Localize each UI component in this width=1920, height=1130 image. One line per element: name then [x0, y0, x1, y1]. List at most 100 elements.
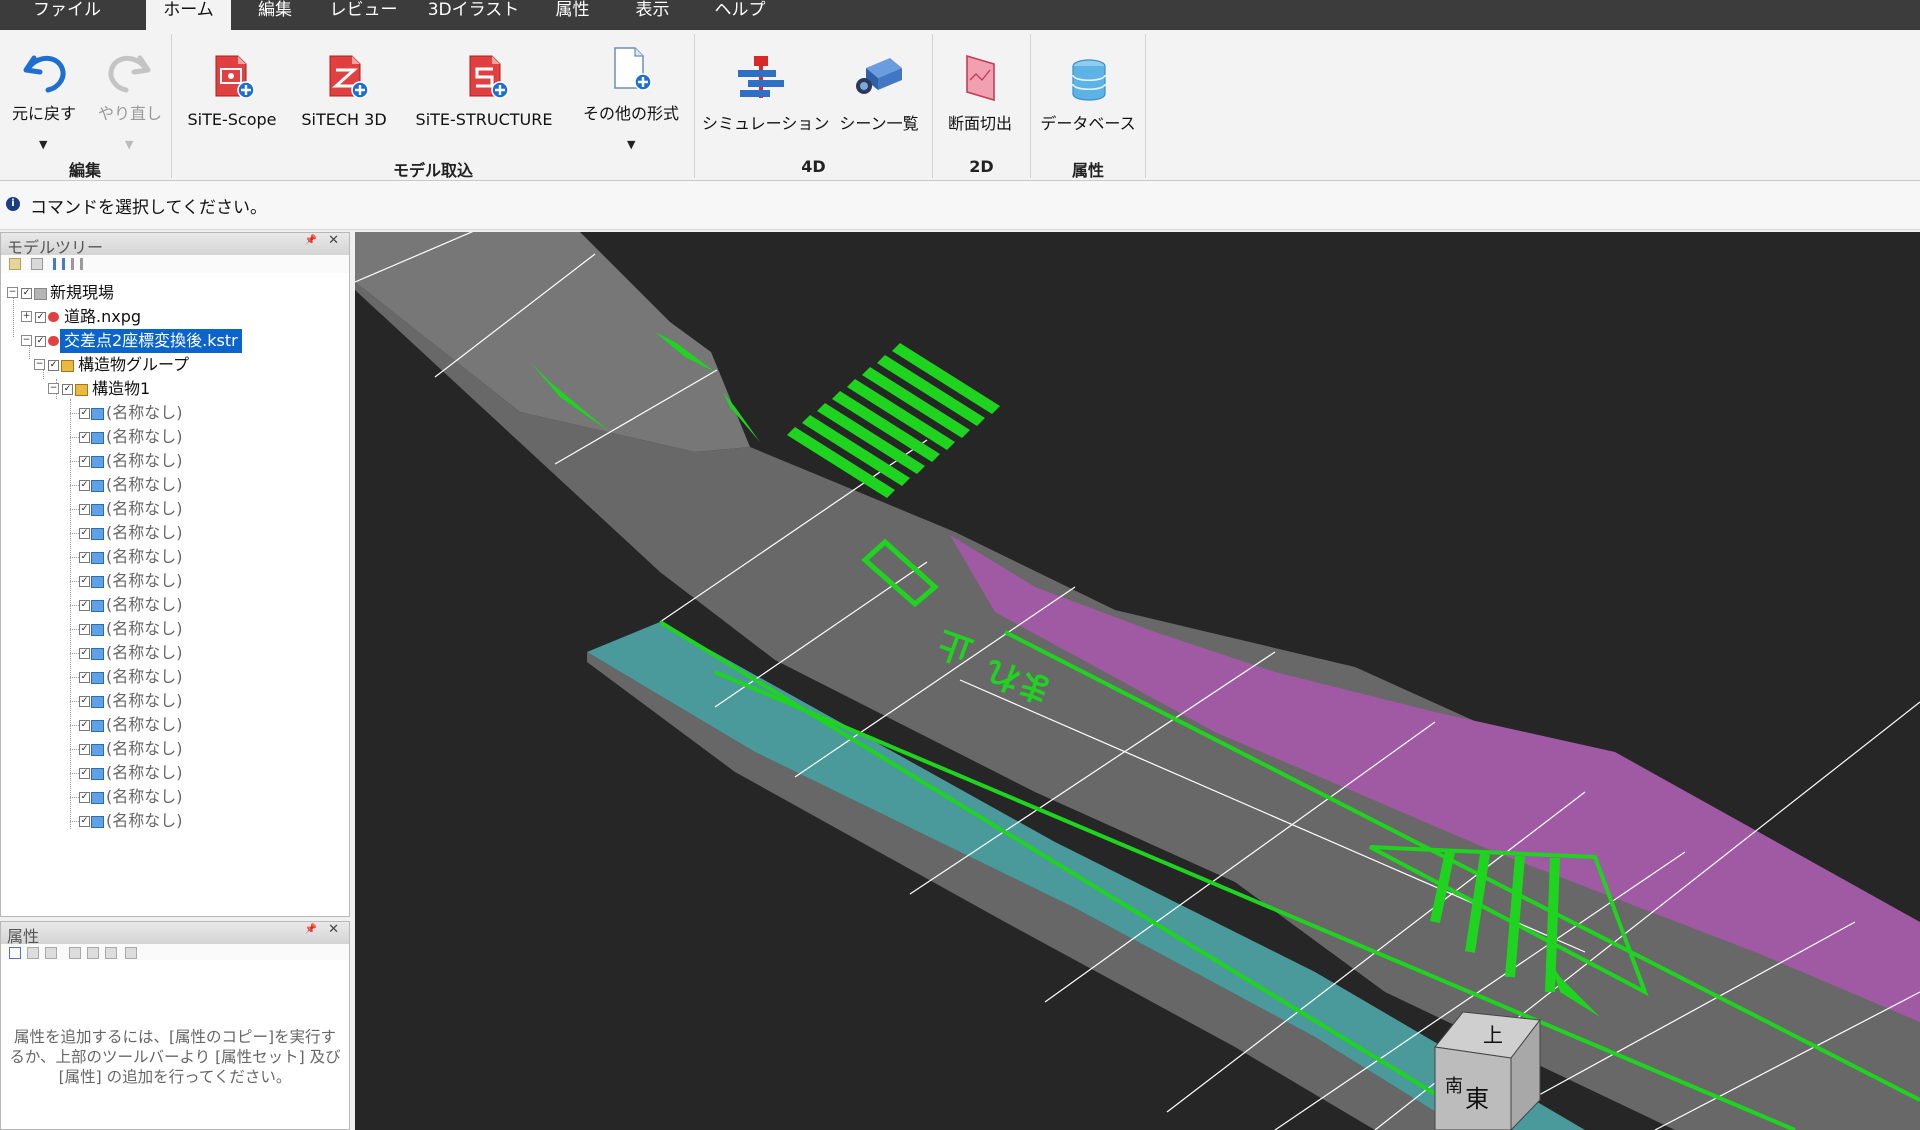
- tree-node-structure-group[interactable]: − ✓ 構造物グループ: [1, 353, 349, 377]
- scene-list-button[interactable]: シーン一覧: [828, 34, 930, 152]
- checkbox-checked[interactable]: ✓: [79, 816, 90, 827]
- checkbox-checked[interactable]: ✓: [79, 528, 90, 539]
- simulation-button[interactable]: シミュレーション: [702, 34, 829, 152]
- pin-icon[interactable]: 📌: [305, 235, 317, 246]
- solid-object-icon: [91, 696, 104, 708]
- checkbox-checked[interactable]: ✓: [79, 504, 90, 515]
- delete-icon[interactable]: [31, 258, 43, 270]
- tree-node-unnamed-item[interactable]: ✓ (名称なし): [1, 689, 349, 713]
- tree-node-unnamed-item[interactable]: ✓ (名称なし): [1, 521, 349, 545]
- checkbox-checked[interactable]: ✓: [79, 744, 90, 755]
- view-cube-top-label[interactable]: 上: [1483, 1023, 1503, 1047]
- undo-dropdown-icon[interactable]: ▼: [39, 138, 47, 151]
- remove-attribute-icon: [27, 947, 39, 959]
- 3d-viewport[interactable]: 止 まれ 上 南 東: [355, 232, 1920, 1130]
- checkbox-checked[interactable]: ✓: [79, 792, 90, 803]
- collapse-icon[interactable]: −: [48, 383, 59, 394]
- other-format-button[interactable]: その他の形式 ▼: [576, 34, 686, 152]
- site-structure-button[interactable]: SiTE-STRUCTURE: [408, 34, 560, 152]
- tree-node-root[interactable]: − ✓ 新規現場: [1, 281, 349, 305]
- checkbox-checked[interactable]: ✓: [62, 384, 73, 395]
- site-scope-button[interactable]: SiTE-Scope: [180, 34, 284, 152]
- undo-button[interactable]: 元に戻す ▼: [6, 34, 82, 152]
- collapse-icon[interactable]: −: [21, 335, 32, 346]
- checkbox-checked[interactable]: ✓: [79, 408, 90, 419]
- sort-up-icon[interactable]: [53, 258, 65, 270]
- tree-node-unnamed-item[interactable]: ✓ (名称なし): [1, 737, 349, 761]
- checkbox-checked[interactable]: ✓: [79, 600, 90, 611]
- close-icon[interactable]: ✕: [328, 922, 339, 937]
- tree-node-label: (名称なし): [106, 739, 183, 758]
- checkbox-checked[interactable]: ✓: [79, 552, 90, 563]
- checkbox-checked[interactable]: ✓: [79, 720, 90, 731]
- redo-dropdown-icon: ▼: [125, 138, 134, 151]
- checkbox-checked[interactable]: ✓: [79, 480, 90, 491]
- checkbox-checked[interactable]: ✓: [79, 696, 90, 707]
- menu-tab-home[interactable]: ホーム: [146, 0, 231, 30]
- checkbox-checked[interactable]: ✓: [79, 456, 90, 467]
- tree-node-structure-file[interactable]: − ✓ 交差点2座標変換後.kstr: [1, 329, 349, 353]
- menu-tab-help[interactable]: ヘルプ: [705, 0, 775, 30]
- solid-object-icon: [91, 648, 104, 660]
- tree-connector: [70, 437, 79, 438]
- tree-node-unnamed-item[interactable]: ✓ (名称なし): [1, 401, 349, 425]
- checkbox-checked[interactable]: ✓: [35, 336, 46, 347]
- view-cube[interactable]: 上 南 東: [1434, 1011, 1541, 1130]
- section-cut-button[interactable]: 断面切出: [938, 34, 1022, 152]
- view-cube-east-label[interactable]: 東: [1465, 1085, 1489, 1113]
- tree-node-unnamed-item[interactable]: ✓ (名称なし): [1, 665, 349, 689]
- tree-node-unnamed-item[interactable]: ✓ (名称なし): [1, 785, 349, 809]
- database-button[interactable]: データベース: [1036, 34, 1140, 152]
- tree-node-structure[interactable]: − ✓ 構造物1: [1, 377, 349, 401]
- tree-node-unnamed-item[interactable]: ✓ (名称なし): [1, 449, 349, 473]
- tree-node-unnamed-item[interactable]: ✓ (名称なし): [1, 545, 349, 569]
- sitech-3d-button[interactable]: SiTECH 3D: [296, 34, 392, 152]
- collapse-icon[interactable]: −: [7, 287, 18, 298]
- solid-object-icon: [91, 816, 104, 828]
- attributes-toolbar: [1, 944, 349, 960]
- tree-node-unnamed-item[interactable]: ✓ (名称なし): [1, 617, 349, 641]
- menu-tab-edit[interactable]: 編集: [245, 0, 305, 30]
- menu-tab-file[interactable]: ファイル: [22, 0, 112, 30]
- checkbox-checked[interactable]: ✓: [79, 648, 90, 659]
- checkbox-checked[interactable]: ✓: [79, 672, 90, 683]
- sort-down-icon[interactable]: [71, 258, 83, 270]
- menu-tab-attributes[interactable]: 属性: [545, 0, 600, 30]
- other-format-label: その他の形式: [582, 104, 679, 123]
- view-cube-south-label[interactable]: 南: [1445, 1076, 1463, 1097]
- checkbox-checked[interactable]: ✓: [79, 576, 90, 587]
- checkbox-checked[interactable]: ✓: [21, 288, 32, 299]
- tree-node-unnamed-item[interactable]: ✓ (名称なし): [1, 641, 349, 665]
- collapse-icon[interactable]: −: [34, 359, 45, 370]
- checkbox-checked[interactable]: ✓: [79, 768, 90, 779]
- tree-node-unnamed-item[interactable]: ✓ (名称なし): [1, 473, 349, 497]
- tree-node-unnamed-item[interactable]: ✓ (名称なし): [1, 569, 349, 593]
- tree-node-unnamed-item[interactable]: ✓ (名称なし): [1, 809, 349, 833]
- tree-connector: [70, 509, 79, 510]
- checkbox-checked[interactable]: ✓: [79, 624, 90, 635]
- tree-node-unnamed-item[interactable]: ✓ (名称なし): [1, 425, 349, 449]
- checkbox-checked[interactable]: ✓: [79, 432, 90, 443]
- scene-svg[interactable]: 止 まれ 上 南 東: [355, 232, 1920, 1130]
- menu-tab-review[interactable]: レビュー: [326, 0, 401, 30]
- pin-icon[interactable]: 📌: [305, 924, 317, 935]
- group-label-model-import: モデル取込: [392, 161, 473, 180]
- checkbox-checked[interactable]: ✓: [35, 312, 46, 323]
- folder-icon[interactable]: [9, 258, 21, 270]
- other-format-dropdown-icon[interactable]: ▼: [627, 138, 635, 151]
- tree-node-unnamed-item[interactable]: ✓ (名称なし): [1, 497, 349, 521]
- tree-node-road-file[interactable]: + ✓ 道路.nxpg: [1, 305, 349, 329]
- close-icon[interactable]: ✕: [328, 233, 339, 248]
- document-add-icon: [614, 47, 652, 91]
- expand-icon[interactable]: +: [21, 311, 32, 322]
- tree-node-label: (名称なし): [106, 787, 183, 806]
- tree-node-unnamed-item[interactable]: ✓ (名称なし): [1, 593, 349, 617]
- tree-node-unnamed-item[interactable]: ✓ (名称なし): [1, 713, 349, 737]
- redo-button[interactable]: やり直し ▼: [92, 34, 168, 152]
- menu-tab-3d-illust[interactable]: 3Dイラスト: [426, 0, 521, 30]
- menu-tab-view[interactable]: 表示: [625, 0, 680, 30]
- tree-connector: [70, 485, 79, 486]
- checkbox-checked[interactable]: ✓: [48, 360, 59, 371]
- add-attribute-icon[interactable]: [9, 947, 21, 959]
- tree-node-unnamed-item[interactable]: ✓ (名称なし): [1, 761, 349, 785]
